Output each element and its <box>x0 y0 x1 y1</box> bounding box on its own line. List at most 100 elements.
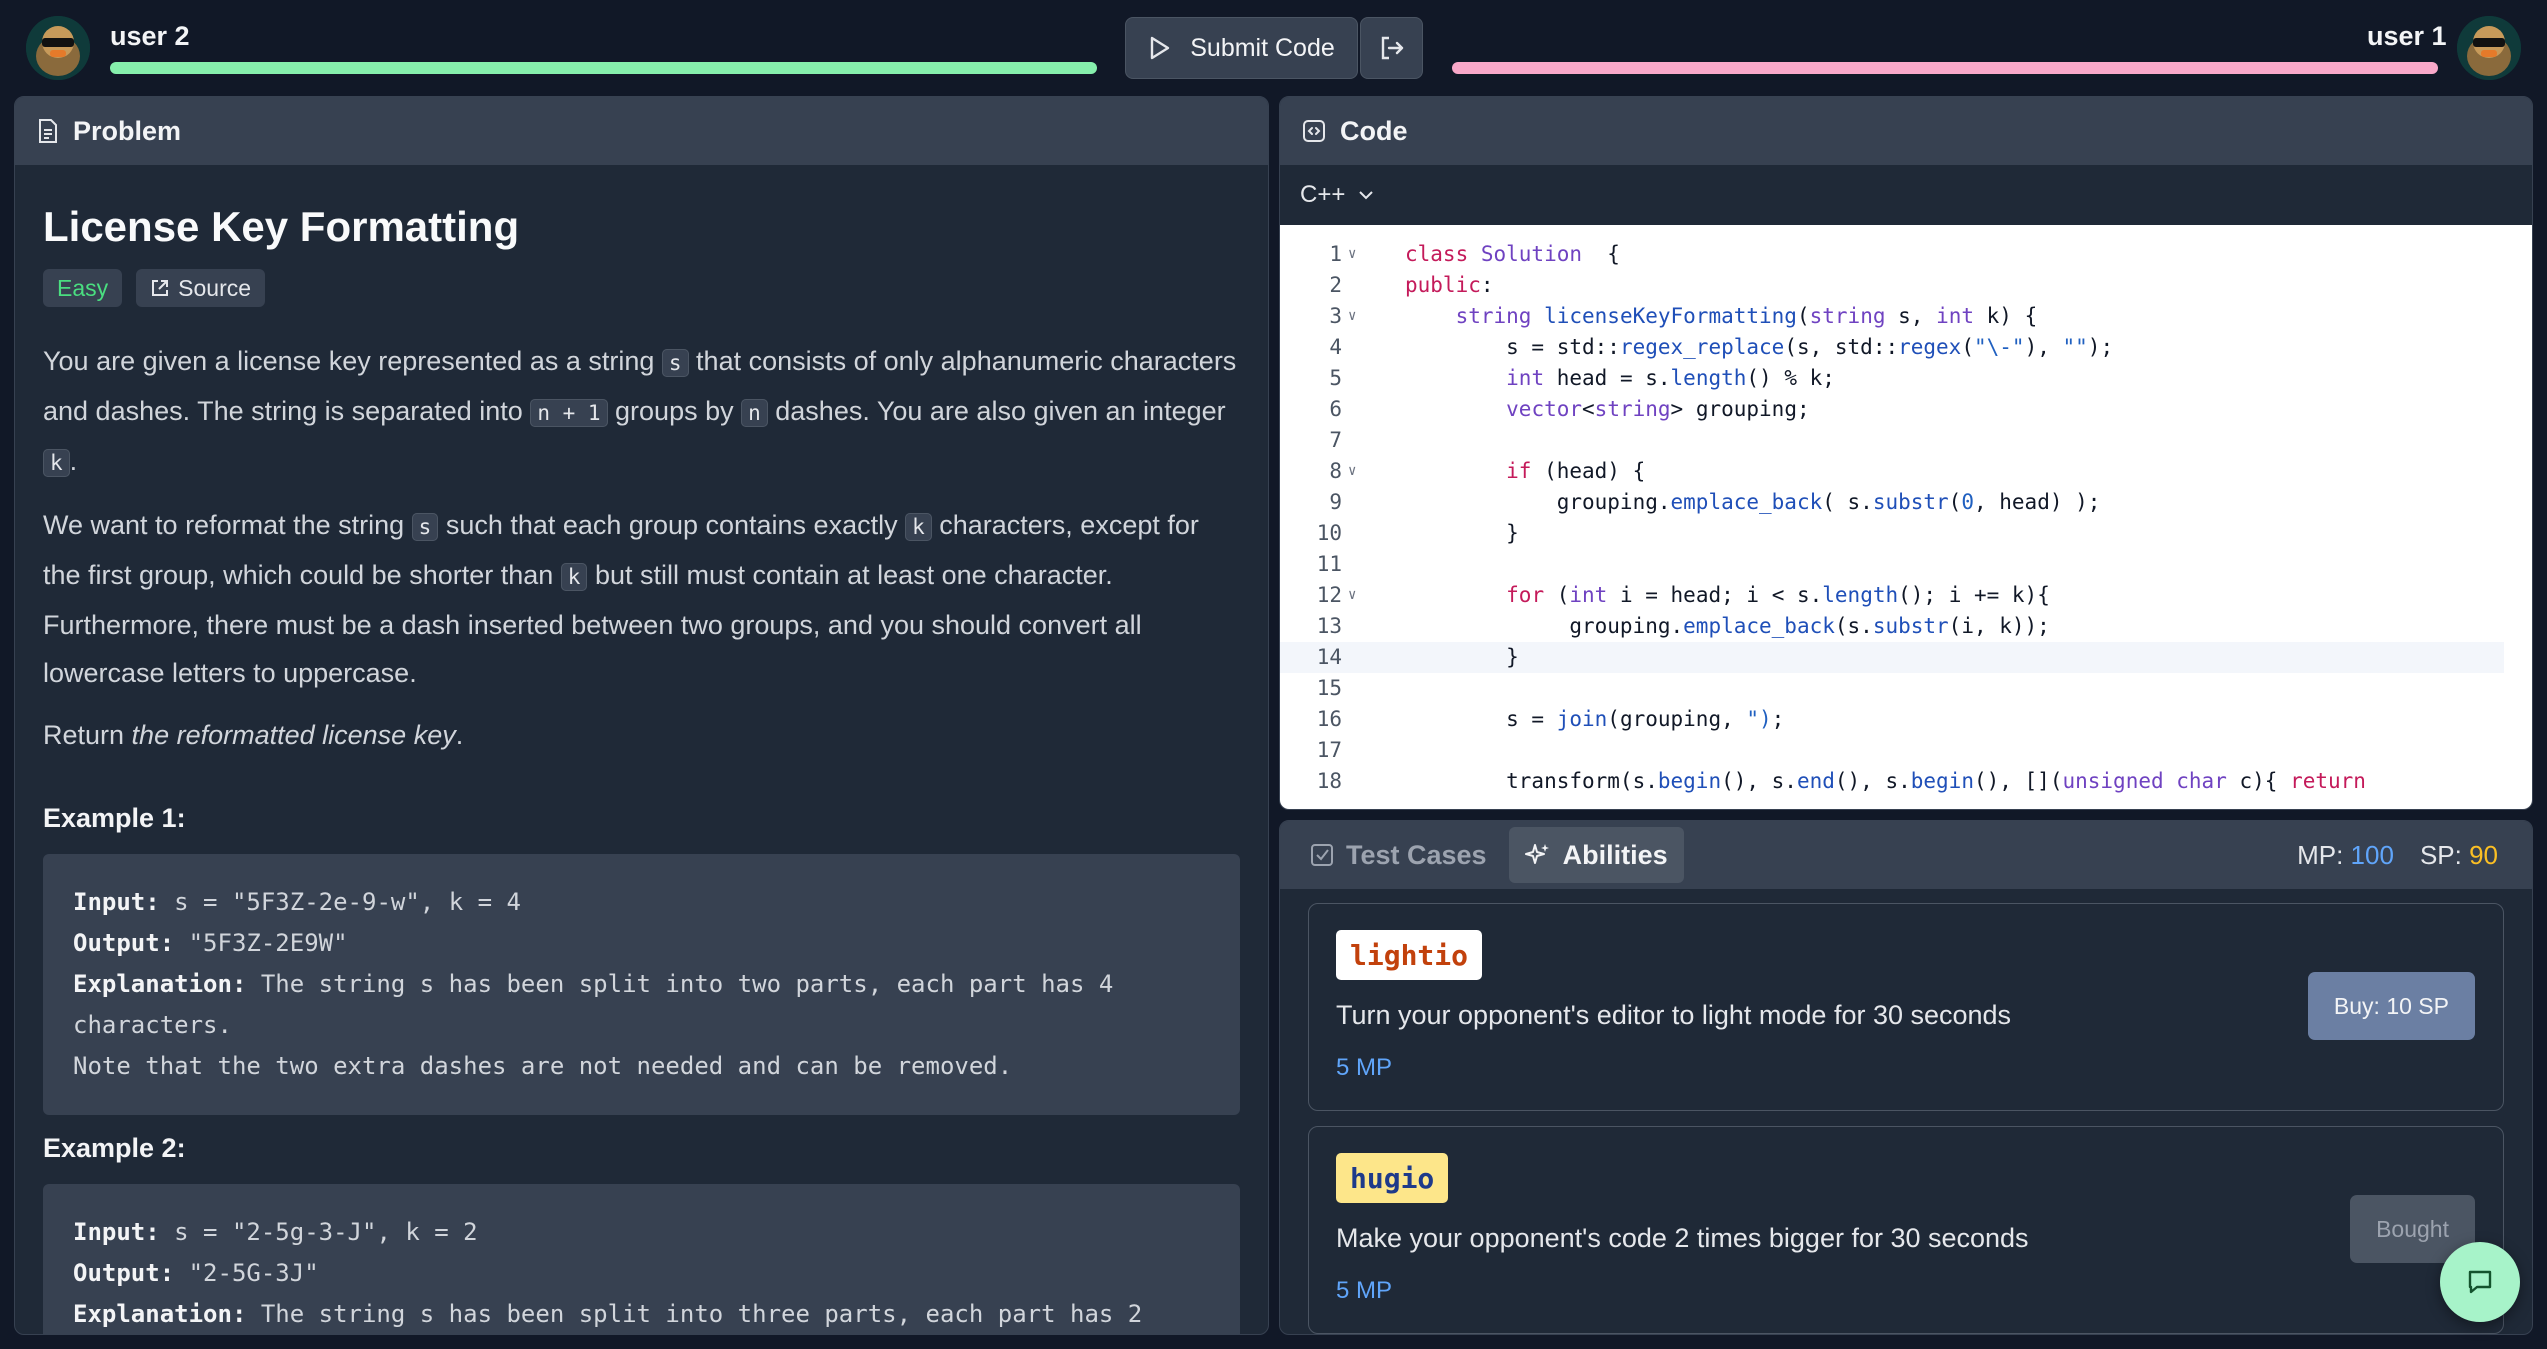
code-line[interactable]: 1 ∨ class Solution { <box>1280 239 2504 270</box>
line-number: 8 <box>1329 459 1342 483</box>
problem-panel: Problem License Key Formatting Easy Sour… <box>14 96 1269 1335</box>
tab-test-cases[interactable]: Test Cases <box>1294 827 1503 883</box>
code-editor[interactable]: 1 ∨ class Solution {2 public: 3 ∨ string lice… <box>1280 225 2532 809</box>
emphasis-text: the reformatted license key <box>131 720 456 750</box>
problem-paragraph-1: You are given a license key represented … <box>43 337 1240 487</box>
line-number: 16 <box>1316 707 1342 731</box>
code-text: vector<string> grouping; <box>1506 397 1810 421</box>
user-1-avatar <box>2457 16 2521 80</box>
example-2-title: Example 2: <box>43 1133 186 1163</box>
buy-ability-button[interactable]: Buy: 10 SP <box>2307 972 2475 1040</box>
code-line[interactable]: 14 } <box>1280 642 2504 673</box>
line-number: 17 <box>1316 738 1342 762</box>
chat-bubble-icon <box>2468 1270 2492 1294</box>
example-1-title: Example 1: <box>43 803 186 833</box>
external-link-icon <box>152 280 169 296</box>
inline-code: s <box>411 513 439 541</box>
example-output: "5F3Z-2E9W" <box>174 929 348 957</box>
text: We want to reformat the string <box>43 510 412 540</box>
code-line[interactable]: 12 ∨ for (int i = head; i < s.length(); i… <box>1280 580 2504 611</box>
code-text: } <box>1405 521 1519 545</box>
fold-chevron-icon[interactable]: ∨ <box>1348 456 1356 487</box>
logout-icon <box>1381 36 1403 60</box>
code-text: int head = s.length() % k; <box>1506 366 1835 390</box>
code-text: transform(s.begin(), s.end(), s.begin(),… <box>1405 769 2366 793</box>
code-line[interactable]: 11 <box>1280 549 2504 580</box>
user-2-name: user 2 <box>110 21 190 51</box>
example-explanation: The string s has been split into two par… <box>246 970 1114 998</box>
code-line[interactable]: 4 s = std::regex_replace(s, std::regex("… <box>1280 332 2504 363</box>
inline-code: n <box>741 399 768 427</box>
line-number: 12 <box>1316 583 1342 607</box>
sp-label: SP: <box>2419 839 2470 870</box>
code-line[interactable]: 8 ∨ if (head) { <box>1280 456 2504 487</box>
text: groups by <box>607 396 742 426</box>
code-panel-header: Code <box>1280 97 2532 165</box>
skill-points: SP: 90 <box>2420 840 2498 871</box>
code-text: s = std::regex_replace(s, std::regex("\-… <box>1405 335 2114 359</box>
ability-name: hugio <box>1336 1153 1449 1203</box>
line-number: 15 <box>1316 676 1342 700</box>
bottom-tabs: Test Cases Abilities MP: 100 SP: 90 <box>1280 821 2532 889</box>
text: . <box>69 446 78 476</box>
code-panel-title: Code <box>1340 115 1408 146</box>
code-line[interactable]: 3 ∨ string licenseKeyFormatting(string s,… <box>1280 301 2504 332</box>
line-number: 1 <box>1329 242 1342 266</box>
fold-chevron-icon[interactable]: ∨ <box>1348 301 1356 332</box>
input-label: Input: <box>73 1218 160 1246</box>
top-bar: user 2 Submit Code user 1 <box>0 0 2547 96</box>
inline-code: n + 1 <box>530 399 608 427</box>
submit-code-label: Submit Code <box>1190 33 1335 62</box>
document-icon <box>39 119 57 143</box>
fold-chevron-icon[interactable]: ∨ <box>1348 580 1356 611</box>
output-label: Output: <box>73 1259 175 1287</box>
play-icon <box>1151 36 1170 60</box>
code-panel: Code C++ 1 ∨ class Solution {2 public: 3 ∨ st… <box>1279 96 2533 810</box>
tab-test-cases-label: Test Cases <box>1346 839 1487 870</box>
code-line[interactable]: 6 vector<string> grouping; <box>1280 394 2504 425</box>
code-line[interactable]: 10 } <box>1280 518 2504 549</box>
inline-code: k <box>905 513 932 541</box>
code-line[interactable]: 2 public: <box>1280 270 2504 301</box>
tab-abilities-label: Abilities <box>1562 839 1668 870</box>
text: such that each group contains exactly <box>438 510 906 540</box>
problem-paragraph-3: Return the reformatted license key. <box>43 711 1240 759</box>
ability-description: Make your opponent's code 2 times bigger… <box>1336 1223 2029 1253</box>
example-input: s = "2-5g-3-J", k = 2 <box>159 1218 478 1246</box>
line-number: 5 <box>1329 366 1342 390</box>
input-label: Input: <box>73 888 160 916</box>
code-text: string licenseKeyFormatting(string s, in… <box>1455 304 2038 328</box>
text: dashes. You are also given an integer <box>767 396 1226 426</box>
code-line[interactable]: 17 <box>1280 735 2504 766</box>
text: . <box>455 720 464 750</box>
ability-card: hugio Make your opponent's code 2 times … <box>1308 1126 2504 1334</box>
example-explanation-line: Note that the two extra dashes are not n… <box>73 1052 1013 1080</box>
sp-value: 90 <box>2469 839 2498 870</box>
text: Return <box>43 720 132 750</box>
code-line[interactable]: 7 <box>1280 425 2504 456</box>
tab-abilities[interactable]: Abilities <box>1508 827 1684 883</box>
chat-button[interactable] <box>2440 1242 2520 1322</box>
code-line[interactable]: 15 <box>1280 673 2504 704</box>
language-select[interactable]: C++ <box>1280 165 2532 225</box>
code-line[interactable]: 13 grouping.emplace_back(s.substr(i, k))… <box>1280 611 2504 642</box>
exit-button[interactable] <box>1360 17 1423 79</box>
inline-code: k <box>43 449 70 477</box>
code-line[interactable]: 9 grouping.emplace_back( s.substr(0, hea… <box>1280 487 2504 518</box>
code-text: class Solution { <box>1405 242 1620 266</box>
code-line[interactable]: 5 int head = s.length() % k; <box>1280 363 2504 394</box>
line-number: 10 <box>1316 521 1342 545</box>
line-number: 9 <box>1329 490 1342 514</box>
user-2-health-bar <box>110 62 1097 74</box>
code-line[interactable]: 18 transform(s.begin(), s.end(), s.begin… <box>1280 766 2504 797</box>
code-line[interactable]: 16 s = join(grouping, "); <box>1280 704 2504 735</box>
source-label: Source <box>178 274 252 301</box>
source-link[interactable]: Source <box>136 269 266 307</box>
chevron-down-icon <box>1359 191 1374 200</box>
submit-code-button[interactable]: Submit Code <box>1125 17 1358 79</box>
checkbox-icon <box>1311 844 1333 866</box>
output-label: Output: <box>73 929 175 957</box>
fold-chevron-icon[interactable]: ∨ <box>1348 239 1356 270</box>
line-number: 11 <box>1316 552 1342 576</box>
example-input: s = "5F3Z-2e-9-w", k = 4 <box>159 888 521 916</box>
